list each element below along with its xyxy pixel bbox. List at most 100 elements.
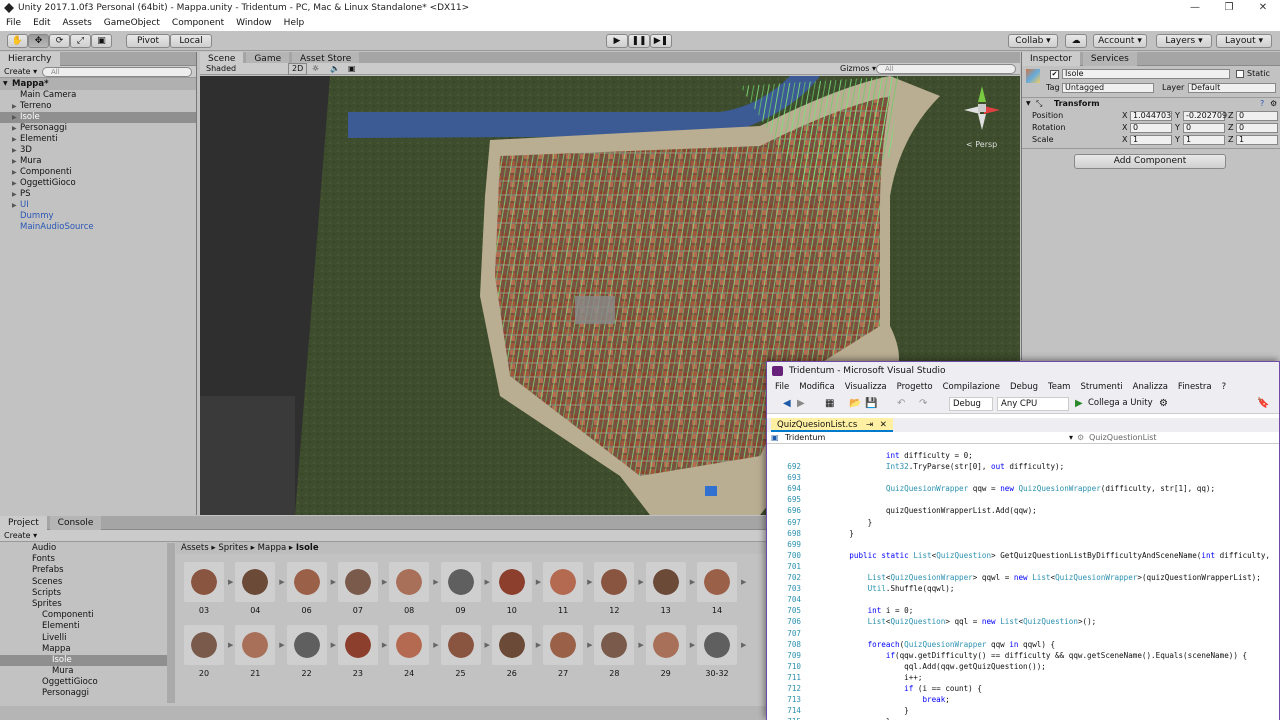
rect-tool-icon[interactable]: ▣ [91, 34, 112, 48]
tab-project[interactable]: Project [0, 516, 47, 530]
asset-expand-arrow-icon[interactable]: ▶ [485, 578, 490, 586]
transform-header[interactable]: Transform [1054, 99, 1100, 109]
asset-expand-arrow-icon[interactable]: ▶ [279, 641, 284, 649]
scale-y-field[interactable]: 1 [1183, 135, 1225, 145]
asset-thumbnail[interactable] [594, 562, 635, 602]
hierarchy-item[interactable]: Terreno [0, 101, 196, 112]
menu-edit[interactable]: Edit [33, 16, 50, 31]
vs-menu-debug[interactable]: Debug [1010, 380, 1038, 394]
local-toggle[interactable]: Local [170, 34, 212, 48]
hierarchy-item[interactable]: PS [0, 189, 196, 200]
folder-item[interactable]: Livelli [0, 633, 170, 644]
collab-button[interactable]: Collab ▾ [1008, 34, 1058, 48]
bookmark-icon[interactable]: 🔖 [1257, 398, 1269, 409]
hierarchy-create-button[interactable]: Create ▾ [4, 67, 37, 76]
asset-thumbnail[interactable] [286, 625, 327, 665]
position-y-field[interactable]: -0.202709 [1183, 111, 1227, 121]
restore-icon[interactable]: ❐ [1212, 0, 1246, 16]
folder-item[interactable]: Sprites [0, 599, 170, 610]
step-button[interactable]: ▶❚ [650, 34, 672, 48]
folder-item[interactable]: Scenes [0, 577, 170, 588]
tab-hierarchy[interactable]: Hierarchy [0, 52, 60, 66]
undo-icon[interactable]: ↶ [897, 398, 905, 409]
config-dropdown[interactable]: Debug [949, 397, 993, 411]
breadcrumb-item[interactable]: Mappa [258, 543, 287, 553]
hierarchy-item-selected[interactable]: Isole [0, 112, 196, 123]
redo-icon[interactable]: ↷ [919, 398, 927, 409]
scale-x-field[interactable]: 1 [1130, 135, 1172, 145]
asset-expand-arrow-icon[interactable]: ▶ [638, 578, 643, 586]
asset-thumbnail[interactable] [440, 625, 481, 665]
breadcrumb-item[interactable]: Assets [181, 543, 209, 553]
asset-expand-arrow-icon[interactable]: ▶ [587, 578, 592, 586]
asset-expand-arrow-icon[interactable]: ▶ [741, 578, 746, 586]
tab-services[interactable]: Services [1082, 52, 1137, 66]
gizmos-dropdown[interactable]: Gizmos ▾ [840, 63, 876, 75]
asset-expand-arrow-icon[interactable]: ▶ [587, 641, 592, 649]
folder-item[interactable]: Fonts [0, 554, 170, 565]
asset-expand-arrow-icon[interactable]: ▶ [382, 578, 387, 586]
folder-item[interactable]: Mura [0, 666, 170, 677]
asset-thumbnail[interactable] [645, 562, 686, 602]
vs-menu-compilazione[interactable]: Compilazione [943, 380, 1000, 394]
asset-thumbnail[interactable] [697, 562, 737, 602]
hierarchy-item[interactable]: 3D [0, 145, 196, 156]
asset-thumbnail[interactable] [337, 562, 378, 602]
minimize-icon[interactable]: — [1178, 0, 1212, 16]
folder-item[interactable]: Personaggi [0, 688, 170, 699]
hierarchy-item[interactable]: Mura [0, 156, 196, 167]
hierarchy-item[interactable]: Personaggi [0, 123, 196, 134]
asset-expand-arrow-icon[interactable]: ▶ [228, 578, 233, 586]
shading-mode-dropdown[interactable]: Shaded [206, 63, 236, 75]
static-checkbox[interactable] [1236, 70, 1244, 78]
doc-tab-active[interactable]: QuizQuesionList.cs ⇥ ✕ [771, 418, 893, 432]
pause-button[interactable]: ❚❚ [628, 34, 650, 48]
vs-menu-progetto[interactable]: Progetto [897, 380, 933, 394]
vs-menu-help[interactable]: ? [1222, 380, 1227, 394]
tab-inspector[interactable]: Inspector [1022, 52, 1080, 66]
asset-expand-arrow-icon[interactable]: ▶ [331, 578, 336, 586]
object-name-field[interactable]: Isole [1062, 69, 1230, 79]
asset-thumbnail[interactable] [491, 562, 532, 602]
asset-expand-arrow-icon[interactable]: ▶ [331, 641, 336, 649]
folder-item[interactable]: Mappa [0, 644, 170, 655]
breadcrumb-current[interactable]: Isole [296, 543, 319, 553]
folder-item[interactable]: Prefabs [0, 565, 170, 576]
rotation-z-field[interactable]: 0 [1236, 123, 1278, 133]
hierarchy-item[interactable]: Elementi [0, 134, 196, 145]
rotation-x-field[interactable]: 0 [1130, 123, 1172, 133]
hierarchy-item[interactable]: Componenti [0, 167, 196, 178]
attach-unity-button[interactable]: Collega a Unity [1088, 398, 1153, 408]
vs-menu-visualizza[interactable]: Visualizza [845, 380, 887, 394]
vs-menu-team[interactable]: Team [1048, 380, 1070, 394]
tag-dropdown[interactable]: Untagged [1062, 83, 1154, 93]
asset-thumbnail[interactable] [697, 625, 737, 665]
folder-item-selected[interactable]: Isole [0, 654, 170, 667]
settings-icon[interactable]: ⚙ [1270, 99, 1277, 109]
vs-menu-modifica[interactable]: Modifica [799, 380, 835, 394]
layer-dropdown[interactable]: Default [1188, 83, 1276, 93]
collapse-arrow-icon[interactable]: ▼ [1026, 99, 1031, 109]
asset-thumbnail[interactable] [543, 625, 584, 665]
folder-item[interactable]: OggettiGioco [0, 677, 170, 688]
asset-expand-arrow-icon[interactable]: ▶ [638, 641, 643, 649]
folder-item[interactable]: Elementi [0, 621, 170, 632]
active-checkbox[interactable]: ✔ [1050, 70, 1059, 79]
layers-dropdown[interactable]: Layers ▾ [1156, 34, 1212, 48]
asset-expand-arrow-icon[interactable]: ▶ [536, 578, 541, 586]
scale-tool-icon[interactable]: ⤢ [70, 34, 91, 48]
save-icon[interactable]: 💾 [865, 398, 877, 409]
asset-expand-arrow-icon[interactable]: ▶ [228, 641, 233, 649]
rotate-tool-icon[interactable]: ⟳ [49, 34, 70, 48]
hierarchy-item[interactable]: Main Camera [0, 90, 196, 101]
asset-expand-arrow-icon[interactable]: ▶ [741, 641, 746, 649]
cloud-icon[interactable]: ☁ [1065, 34, 1087, 48]
start-icon[interactable]: ▶ [1075, 398, 1083, 409]
2d-toggle[interactable]: 2D [288, 63, 308, 75]
vs-menu-file[interactable]: File [775, 380, 789, 394]
scale-z-field[interactable]: 1 [1236, 135, 1278, 145]
close-tab-icon[interactable]: ✕ [880, 420, 887, 430]
platform-dropdown[interactable]: Any CPU [997, 397, 1069, 411]
menu-window[interactable]: Window [236, 16, 272, 31]
menu-component[interactable]: Component [172, 16, 224, 31]
